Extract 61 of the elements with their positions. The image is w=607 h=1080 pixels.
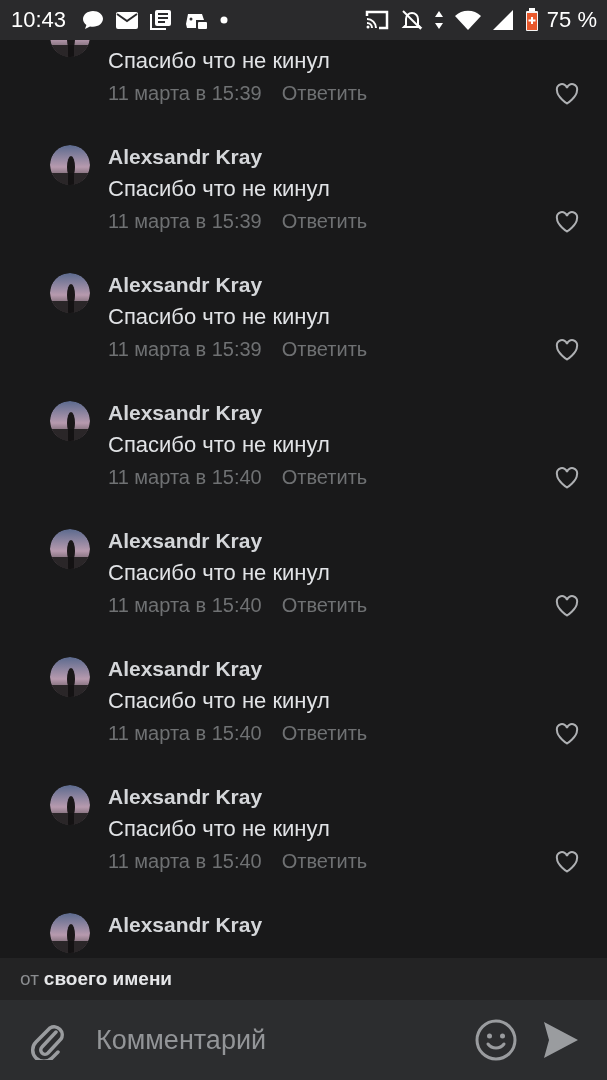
comment-date: 11 марта в 15:40 xyxy=(108,466,262,489)
author-name[interactable]: Alexsandr Kray xyxy=(108,909,579,941)
signal-icon xyxy=(492,10,513,30)
like-icon[interactable] xyxy=(555,82,579,105)
comment-date: 11 марта в 15:40 xyxy=(108,594,262,617)
like-icon[interactable] xyxy=(555,338,579,361)
comment-text: Спасибо что не кинул xyxy=(108,687,331,715)
smiley-icon[interactable] xyxy=(475,1019,517,1061)
reply-link[interactable]: Ответить xyxy=(281,82,368,105)
author-name[interactable]: Alexsandr Kray xyxy=(108,525,579,557)
cast-icon xyxy=(364,10,389,30)
comment-field[interactable]: Комментарий xyxy=(96,1020,449,1060)
author-name[interactable]: Alexsandr Kray xyxy=(108,141,579,173)
sender-prefix: от xyxy=(20,968,39,990)
comment-date: 11 марта в 15:40 xyxy=(108,850,262,873)
comment-text: Спасибо что не кинул xyxy=(108,559,331,587)
like-icon[interactable] xyxy=(555,466,579,489)
comment-date: 11 марта в 15:39 xyxy=(108,82,262,105)
avatar[interactable] xyxy=(50,401,90,441)
avatar[interactable] xyxy=(50,529,90,569)
comment-text: Спасибо что не кинул xyxy=(108,47,331,75)
reply-link[interactable]: Ответить xyxy=(281,210,368,233)
author-name[interactable]: Alexsandr Kray xyxy=(108,397,579,429)
like-icon[interactable] xyxy=(555,210,579,233)
send-icon[interactable] xyxy=(543,1021,579,1059)
reply-link[interactable]: Ответить xyxy=(281,722,368,745)
reply-link[interactable]: Ответить xyxy=(281,338,368,361)
comment-date: 11 марта в 15:39 xyxy=(108,210,262,233)
muted-bell-icon xyxy=(400,9,423,31)
avatar[interactable] xyxy=(50,145,90,185)
author-name[interactable]: Alexsandr Kray xyxy=(108,653,579,685)
comment-date: 11 марта в 15:39 xyxy=(108,338,262,361)
news-icon xyxy=(150,9,173,31)
avatar[interactable] xyxy=(50,273,90,313)
reply-link[interactable]: Ответить xyxy=(281,466,368,489)
battery-level: 75 % xyxy=(546,7,597,33)
reply-link[interactable]: Ответить xyxy=(281,850,368,873)
comment-text: Спасибо что не кинул xyxy=(108,431,331,459)
like-icon[interactable] xyxy=(555,850,579,873)
wifi-icon xyxy=(454,10,481,30)
chat-bubble-icon xyxy=(82,10,105,30)
reply-link[interactable]: Ответить xyxy=(281,594,368,617)
comment-text: Спасибо что не кинул xyxy=(108,175,331,203)
data-arrows-icon xyxy=(434,11,443,29)
dot-icon xyxy=(220,16,229,24)
sender-name: своего имени xyxy=(43,968,173,990)
battery-icon xyxy=(524,8,539,32)
clock: 10:43 xyxy=(11,7,67,33)
author-name[interactable]: Alexsandr Kray xyxy=(108,269,579,301)
comment-bar[interactable]: Комментарий xyxy=(0,1000,607,1080)
avatar[interactable] xyxy=(50,785,90,825)
like-icon[interactable] xyxy=(555,594,579,617)
like-icon[interactable] xyxy=(555,722,579,745)
comment-text: Спасибо что не кинул xyxy=(108,303,331,331)
comment-date: 11 марта в 15:40 xyxy=(108,722,262,745)
mail-icon xyxy=(116,11,139,29)
avatar[interactable] xyxy=(50,657,90,697)
comment-text: Спасибо что не кинул xyxy=(108,815,331,843)
author-name[interactable]: Alexsandr Kray xyxy=(108,781,579,813)
sender-bar[interactable]: от своего имени xyxy=(0,958,607,1000)
avatar[interactable] xyxy=(50,913,90,953)
